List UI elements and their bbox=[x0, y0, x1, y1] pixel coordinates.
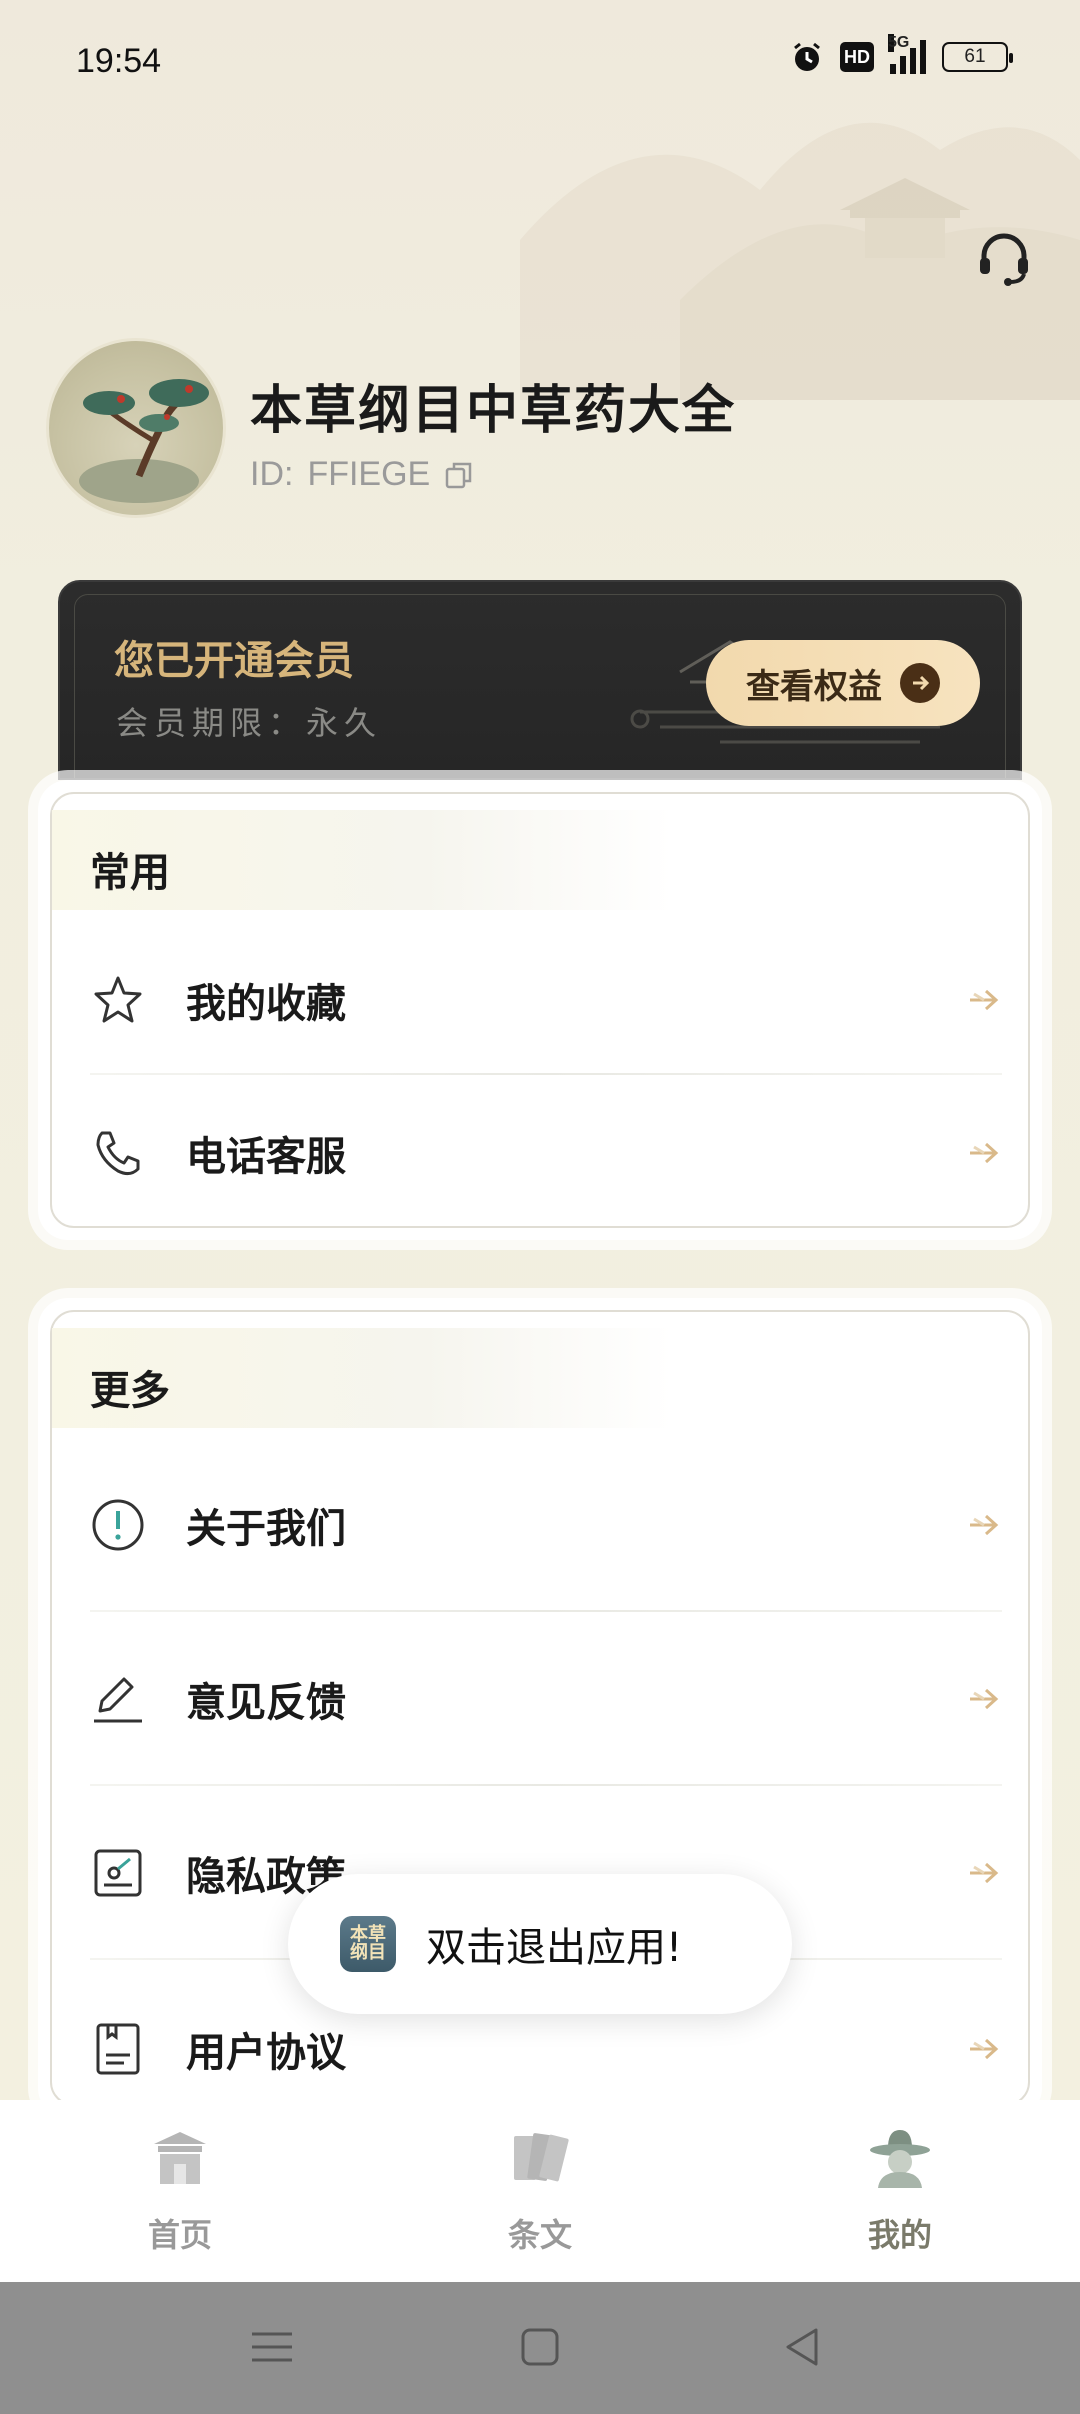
system-navigation-bar bbox=[0, 2282, 1080, 2414]
alarm-icon bbox=[794, 42, 820, 71]
profile-id-value: FFIEGE bbox=[307, 455, 431, 493]
headset-icon[interactable] bbox=[974, 228, 1034, 288]
tab-label: 条文 bbox=[507, 2216, 572, 2254]
tab-profile[interactable]: 我的 bbox=[800, 2126, 1000, 2256]
view-benefits-button[interactable]: 查看权益 bbox=[706, 640, 980, 726]
common-section-title: 常用 bbox=[90, 849, 170, 896]
list-item-feedback[interactable]: 意见反馈 bbox=[90, 1624, 1002, 1774]
text-icon bbox=[514, 2133, 569, 2182]
info-icon bbox=[92, 1499, 144, 1551]
privacy-icon bbox=[94, 1849, 142, 1897]
agreement-icon bbox=[96, 2023, 140, 2075]
arrow-right-icon bbox=[970, 2038, 999, 2060]
profile-name: 本草纲目中草药大全 bbox=[250, 380, 737, 441]
menu-icon[interactable] bbox=[244, 2322, 300, 2372]
vip-title: 您已开通会员 bbox=[114, 637, 354, 684]
arrow-right-icon bbox=[970, 1514, 999, 1536]
hd-badge: HD bbox=[840, 42, 874, 72]
divider bbox=[90, 1784, 1002, 1786]
profile-id-label: ID: bbox=[250, 455, 294, 493]
back-icon[interactable] bbox=[776, 2322, 832, 2372]
list-item-about[interactable]: 关于我们 bbox=[90, 1450, 1002, 1600]
avatar[interactable] bbox=[46, 338, 226, 518]
copy-icon[interactable] bbox=[444, 460, 474, 490]
signal-icon: 5G bbox=[888, 34, 926, 74]
toast-message: 双击退出应用! bbox=[426, 1925, 683, 1971]
list-item-favorites[interactable]: 我的收藏 bbox=[90, 925, 1002, 1075]
tab-label: 我的 bbox=[867, 2216, 932, 2254]
profile-icon bbox=[870, 2130, 930, 2188]
home-icon bbox=[154, 2132, 206, 2184]
more-section-title: 更多 bbox=[90, 1367, 170, 1414]
divider bbox=[90, 1610, 1002, 1612]
status-bar: 19:54 HD 5G 61 bbox=[0, 0, 1080, 110]
battery-level: 61 bbox=[964, 46, 986, 67]
list-item-label: 意见反馈 bbox=[186, 1679, 346, 1726]
vip-subtitle: 会员期限：永久 bbox=[116, 704, 383, 742]
profile-id: ID: FFIEGE bbox=[250, 455, 474, 494]
tab-text[interactable]: 条文 bbox=[440, 2126, 640, 2256]
list-item-label: 关于我们 bbox=[186, 1505, 346, 1552]
list-item-label: 我的收藏 bbox=[186, 980, 346, 1027]
app-icon-text: 本草纲目 bbox=[350, 1924, 386, 1963]
arrow-right-icon bbox=[900, 663, 940, 703]
tab-label: 首页 bbox=[147, 2216, 212, 2254]
list-item-label: 电话客服 bbox=[186, 1133, 346, 1180]
tab-home[interactable]: 首页 bbox=[80, 2126, 280, 2256]
edit-icon bbox=[94, 1677, 142, 1723]
arrow-right-icon bbox=[970, 1142, 999, 1164]
arrow-right-icon bbox=[970, 989, 999, 1011]
app-icon: 本草纲目 bbox=[340, 1916, 396, 1972]
bonsai-avatar-image bbox=[79, 379, 209, 503]
vip-card: 您已开通会员 会员期限：永久 查看权益 bbox=[58, 580, 1022, 780]
arrow-right-icon bbox=[970, 1688, 999, 1710]
list-item-label: 用户协议 bbox=[186, 2029, 346, 2076]
home-button-icon[interactable] bbox=[512, 2322, 568, 2372]
divider bbox=[90, 1073, 1002, 1075]
battery-icon: 61 bbox=[942, 42, 1013, 72]
exit-toast: 本草纲目 双击退出应用! bbox=[288, 1874, 792, 2014]
status-time: 19:54 bbox=[76, 42, 162, 80]
view-benefits-label: 查看权益 bbox=[746, 666, 882, 707]
arrow-right-icon bbox=[970, 1862, 999, 1884]
star-icon bbox=[94, 976, 142, 1023]
common-section: 常用 我的收藏 电话客服 bbox=[38, 780, 1042, 1240]
phone-icon bbox=[96, 1131, 140, 1176]
list-item-phone-support[interactable]: 电话客服 bbox=[90, 1078, 1002, 1228]
bottom-nav: 首页 条文 我的 bbox=[0, 2100, 1080, 2282]
